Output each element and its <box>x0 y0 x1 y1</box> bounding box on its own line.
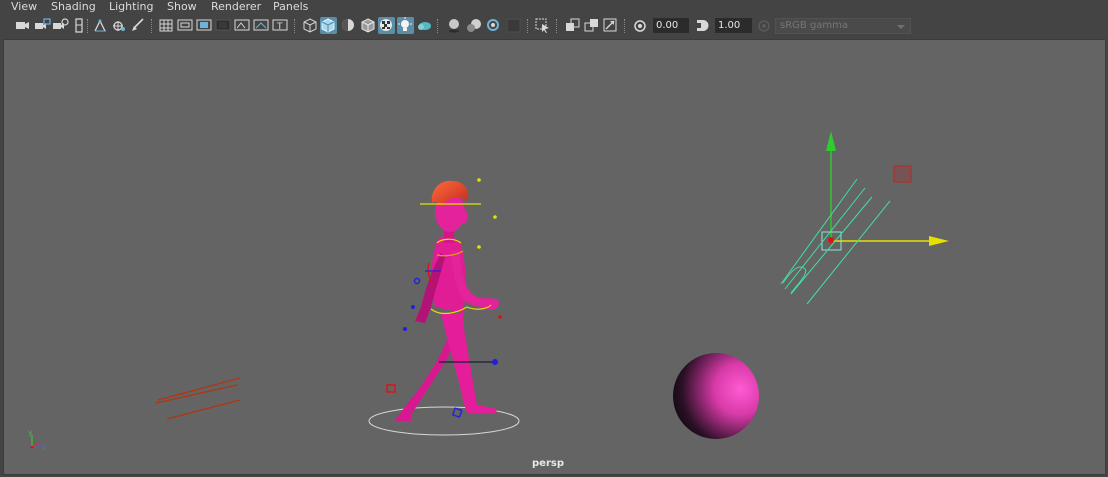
persp-viewport[interactable]: y x z persp <box>3 39 1106 475</box>
color-management-icon[interactable] <box>756 17 773 34</box>
multisample-aa-icon[interactable] <box>505 17 522 34</box>
exposure-icon[interactable] <box>632 17 649 34</box>
wireframe-icon[interactable] <box>302 17 319 34</box>
menu-lighting[interactable]: Lighting <box>109 0 153 14</box>
2d-pan-zoom-icon[interactable] <box>92 17 109 34</box>
toolbar-separator <box>556 19 558 33</box>
grid-icon[interactable] <box>158 17 175 34</box>
grease-pencil-icon[interactable] <box>111 17 128 34</box>
default-lighting-icon[interactable] <box>340 17 357 34</box>
toolbar-separator <box>624 19 626 33</box>
axis-x-label: x <box>34 440 39 449</box>
brush-icon[interactable] <box>129 17 146 34</box>
camera-attributes-icon[interactable] <box>34 17 51 34</box>
xray-active-icon[interactable] <box>583 17 600 34</box>
gamma-icon[interactable] <box>694 17 711 34</box>
menu-renderer[interactable]: Renderer <box>211 0 261 14</box>
axis-z-label: z <box>42 443 46 452</box>
pink-sphere[interactable] <box>673 353 759 439</box>
resolution-gate-icon[interactable] <box>196 17 213 34</box>
toolbar-separator <box>527 19 529 33</box>
film-gate-icon[interactable] <box>177 17 194 34</box>
screen-space-ao-icon[interactable] <box>466 17 483 34</box>
axis-y-label: y <box>28 428 33 437</box>
directional-light-left[interactable] <box>155 377 241 420</box>
use-all-lights-icon[interactable] <box>397 17 414 34</box>
toolbar-separator <box>151 19 153 33</box>
shadows-icon[interactable] <box>446 17 463 34</box>
xray-icon[interactable] <box>416 17 433 34</box>
svg-text:T: T <box>276 22 283 32</box>
toolbar-separator <box>87 19 89 33</box>
character-rig[interactable] <box>368 178 520 436</box>
panel-toolbar: T 0.00 1.00 sRGB gamma <box>0 14 1108 38</box>
smooth-shade-icon[interactable] <box>320 17 337 34</box>
menu-shading[interactable]: Shading <box>51 0 96 14</box>
color-space-dropdown[interactable]: sRGB gamma <box>775 18 911 34</box>
chevron-down-icon <box>894 19 910 33</box>
exposure-field[interactable]: 0.00 <box>653 18 689 33</box>
camera-select-icon[interactable] <box>14 17 31 34</box>
motion-blur-icon[interactable] <box>485 17 502 34</box>
menu-panels[interactable]: Panels <box>273 0 308 14</box>
isolate-select-icon[interactable] <box>534 17 551 34</box>
field-chart-icon[interactable] <box>234 17 251 34</box>
camera-name-label: persp <box>532 458 564 469</box>
wireframe-on-shaded-icon[interactable] <box>360 17 377 34</box>
menu-view[interactable]: View <box>11 0 37 14</box>
color-space-label: sRGB gamma <box>780 20 849 31</box>
menu-show[interactable]: Show <box>167 0 197 14</box>
xray-components-icon[interactable] <box>602 17 619 34</box>
bookmarks-icon[interactable] <box>52 17 69 34</box>
toolbar-separator <box>437 19 439 33</box>
panel-menubar: View Shading Lighting Show Renderer Pane… <box>0 0 1108 14</box>
toolbar-separator <box>294 19 296 33</box>
safe-action-icon[interactable] <box>253 17 270 34</box>
textured-icon[interactable] <box>378 17 395 34</box>
safe-title-icon[interactable]: T <box>272 17 289 34</box>
gate-mask-icon[interactable] <box>215 17 232 34</box>
spot-light[interactable] <box>780 131 949 305</box>
gamma-field[interactable]: 1.00 <box>715 18 752 33</box>
xray-joints-icon[interactable] <box>564 17 581 34</box>
